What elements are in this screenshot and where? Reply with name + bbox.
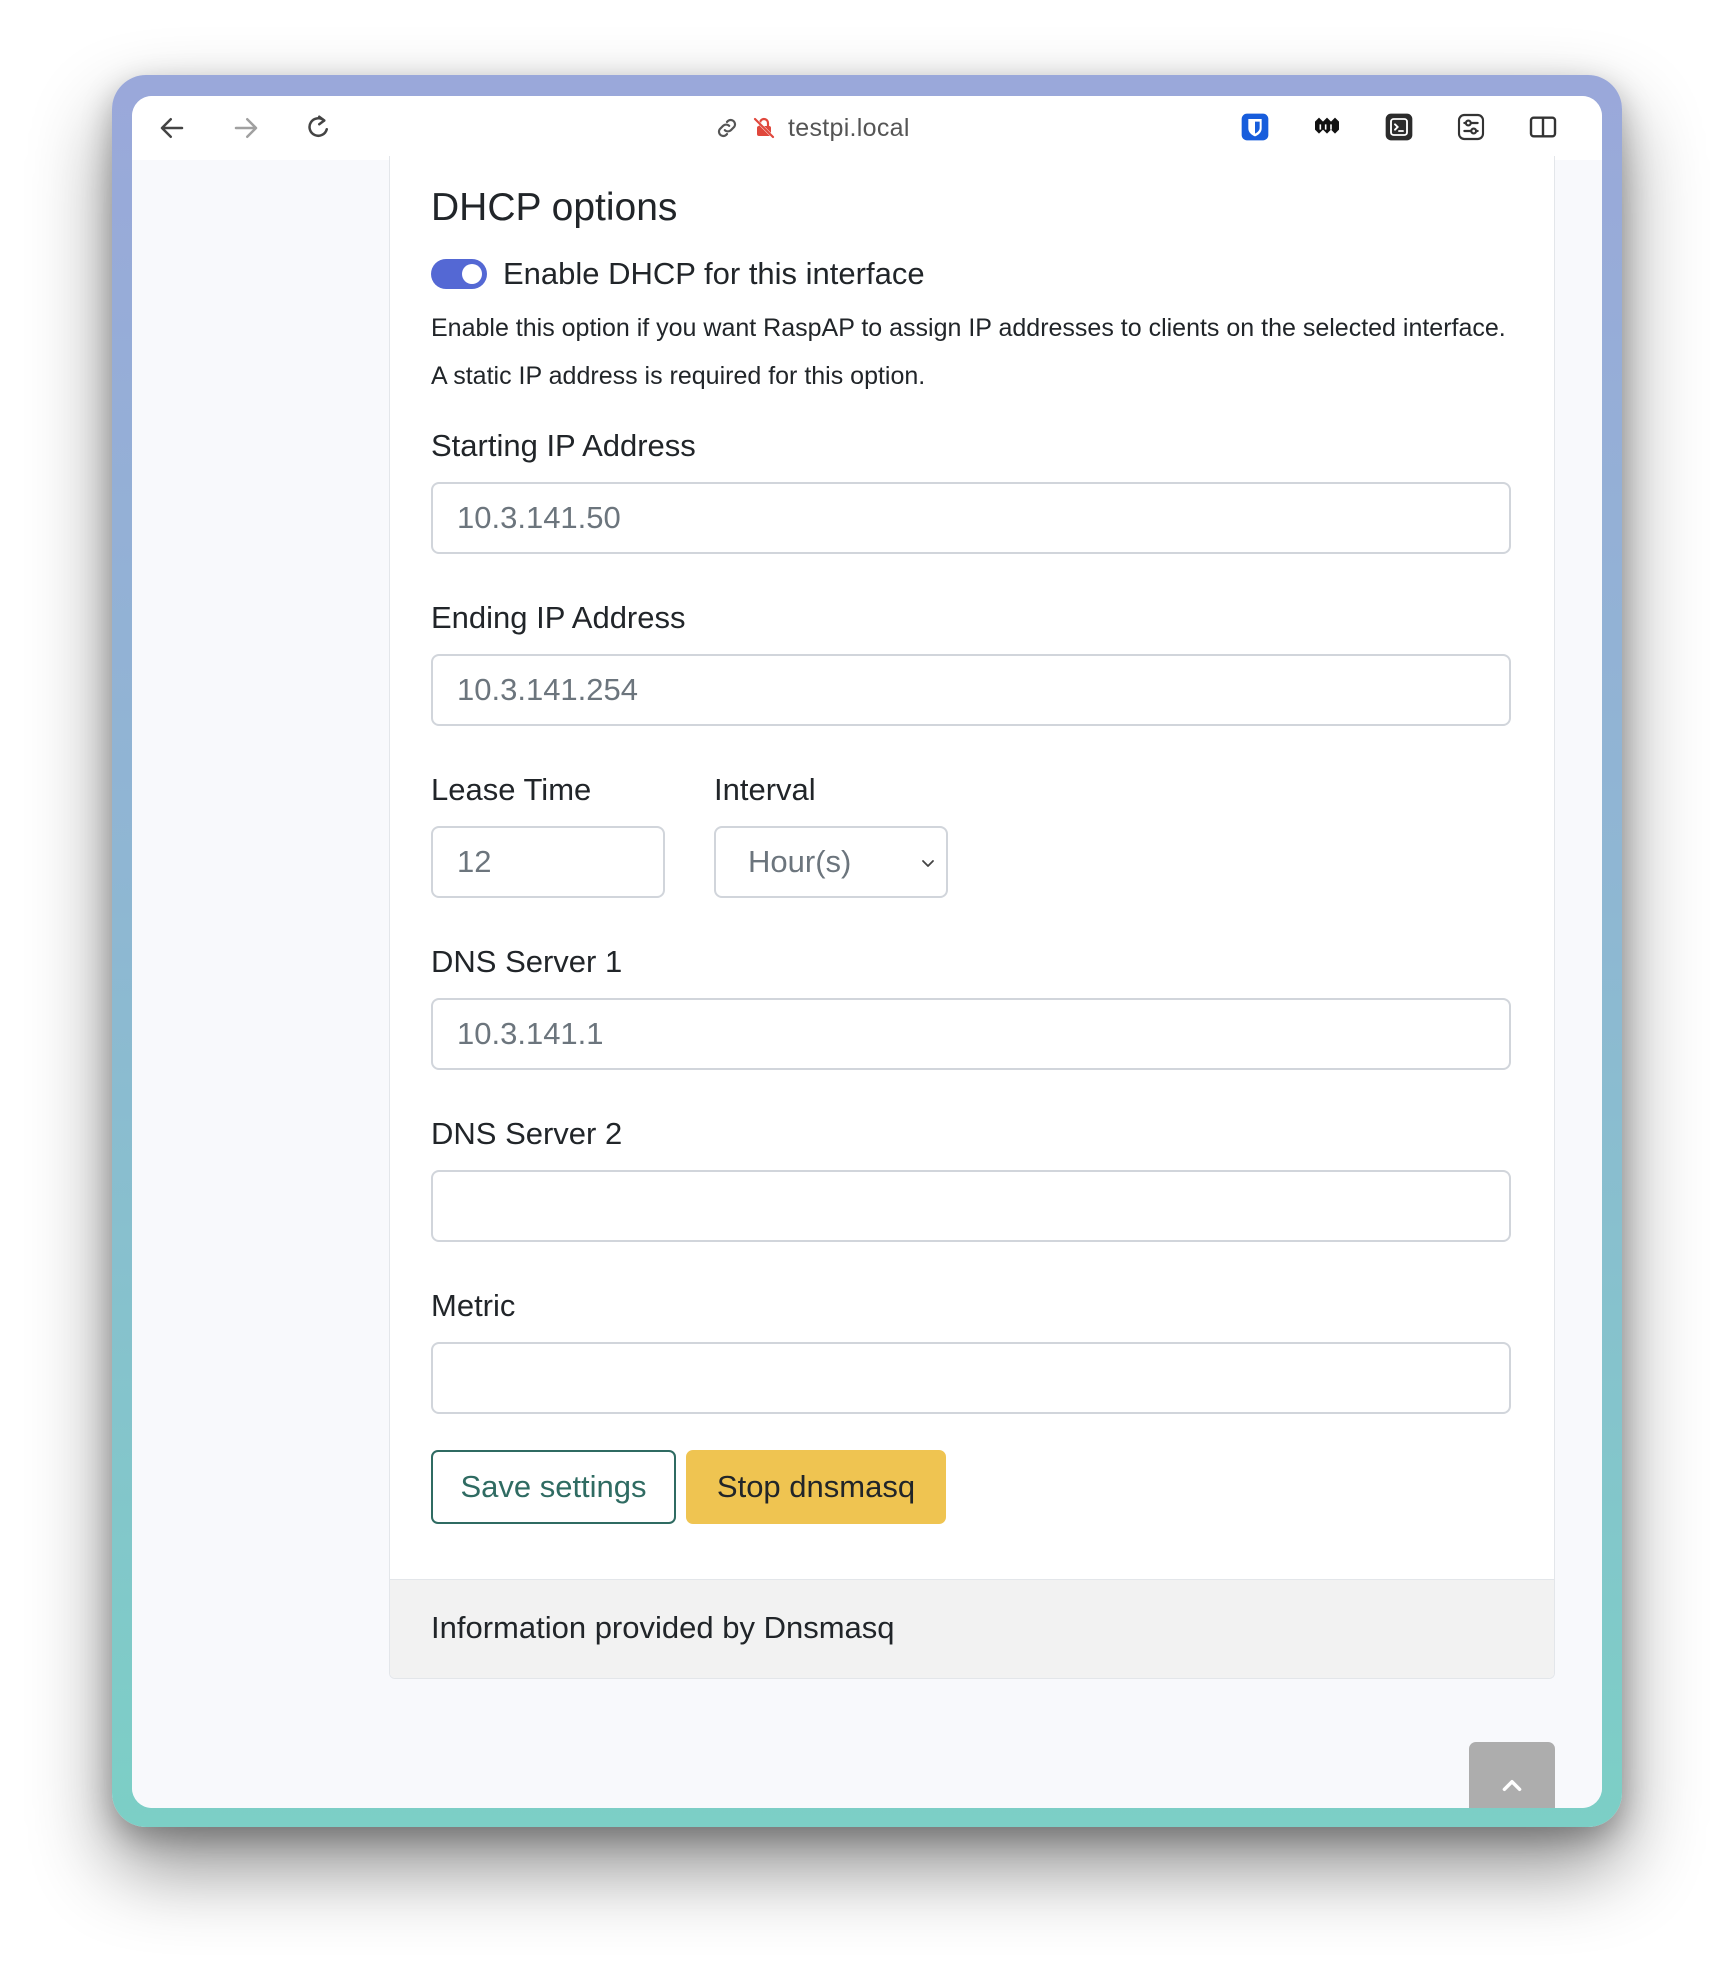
stop-dnsmasq-button[interactable]: Stop dnsmasq (686, 1450, 946, 1524)
page-content: DHCP options Enable DHCP for this interf… (132, 156, 1602, 1808)
toggle-knob (462, 264, 482, 284)
reload-icon (308, 115, 328, 138)
dhcp-help-text: Enable this option if you want RaspAP to… (431, 314, 1506, 390)
section-title: DHCP options (431, 186, 678, 229)
url-text: testpi.local (788, 113, 910, 142)
dns2-label: DNS Server 2 (431, 1116, 623, 1151)
forward-button[interactable] (228, 110, 264, 146)
interval-selected-value: Hour(s) (748, 844, 852, 879)
ending-ip-input[interactable]: 10.3.141.254 (431, 654, 1511, 726)
reload-button[interactable] (300, 110, 336, 146)
bitwarden-extension[interactable] (1238, 110, 1272, 144)
dns1-input[interactable]: 10.3.141.1 (431, 998, 1511, 1070)
terminal-extension[interactable] (1382, 110, 1416, 144)
card-footer: Information provided by Dnsmasq (390, 1579, 1554, 1678)
dhcp-enable-label[interactable]: Enable DHCP for this interface (503, 256, 925, 292)
sidebar-icon (1529, 116, 1557, 138)
chevron-up-icon (1502, 1780, 1522, 1792)
metric-label: Metric (431, 1288, 516, 1323)
extension-icon (1315, 117, 1339, 134)
extension-button[interactable] (1310, 110, 1344, 144)
save-settings-button[interactable]: Save settings (431, 1450, 676, 1524)
starting-ip-label: Starting IP Address (431, 428, 696, 463)
interval-select[interactable]: Hour(s) (714, 826, 948, 898)
dns1-label: DNS Server 1 (431, 944, 623, 979)
bitwarden-icon (1241, 113, 1269, 141)
terminal-icon (1385, 113, 1413, 141)
arrow-left-icon (160, 118, 184, 138)
settings-sliders-icon (1457, 113, 1485, 141)
dhcp-enable-toggle[interactable] (431, 259, 487, 289)
lease-time-input[interactable]: 12 (431, 826, 665, 898)
address-bar[interactable]: testpi.local (714, 108, 910, 148)
metric-input[interactable] (431, 1342, 1511, 1414)
back-button[interactable] (154, 110, 190, 146)
ending-ip-label: Ending IP Address (431, 600, 686, 635)
scroll-to-top-button[interactable] (1469, 1742, 1555, 1808)
sidebar-button[interactable] (1526, 110, 1560, 144)
insecure-lock-icon (753, 117, 775, 139)
arrow-right-icon (234, 118, 258, 138)
starting-ip-input[interactable]: 10.3.141.50 (431, 482, 1511, 554)
dhcp-card: DHCP options Enable DHCP for this interf… (389, 156, 1555, 1679)
dns2-input[interactable] (431, 1170, 1511, 1242)
chevron-down-icon (922, 860, 934, 867)
dhcp-enable-row: Enable DHCP for this interface (431, 256, 925, 292)
footer-text: Information provided by Dnsmasq (431, 1610, 895, 1645)
link-icon (717, 118, 737, 138)
browser-window: testpi.local DHCP options Enable DHCP fo… (132, 96, 1602, 1808)
browser-toolbar: testpi.local (132, 96, 1602, 160)
settings-extension[interactable] (1454, 110, 1488, 144)
interval-label: Interval (714, 772, 816, 807)
lease-time-label: Lease Time (431, 772, 592, 807)
